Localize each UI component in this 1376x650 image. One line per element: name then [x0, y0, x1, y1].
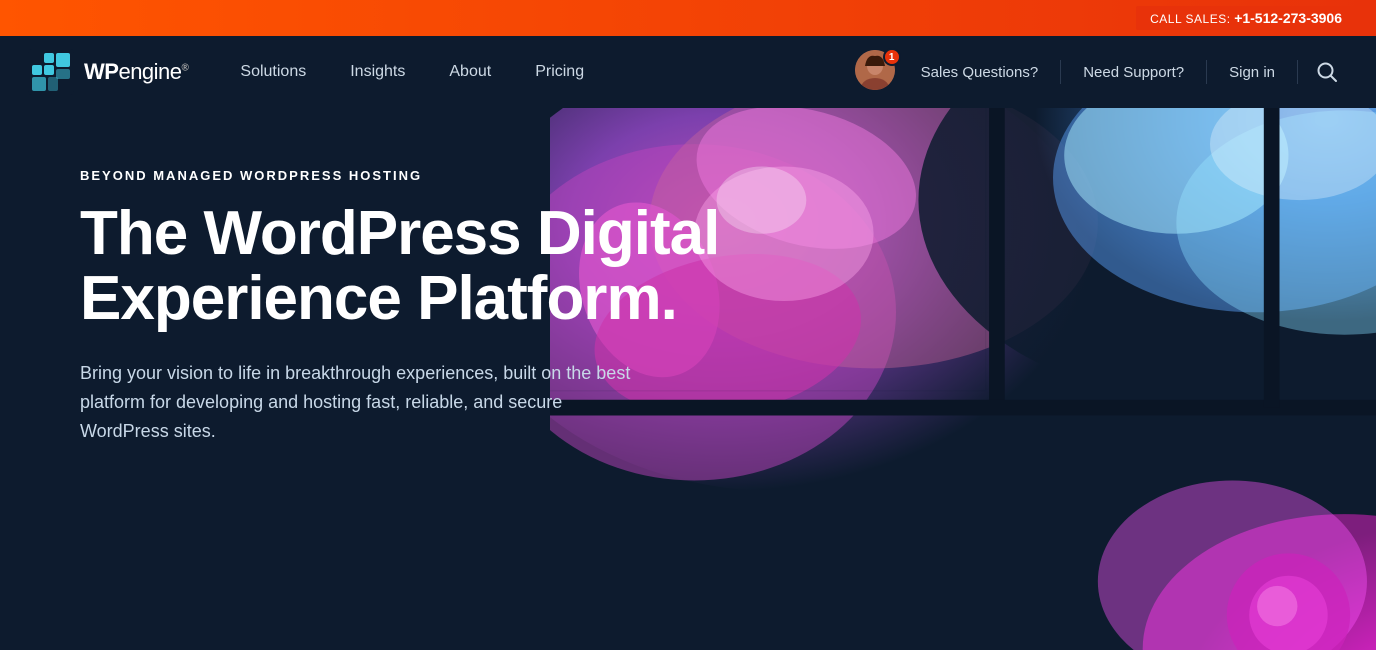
call-sales-banner[interactable]: CALL SALES: +1-512-273-3906: [1136, 6, 1356, 30]
search-icon: [1316, 61, 1338, 83]
need-support-label: Need Support?: [1083, 64, 1184, 81]
logo-text: WPengine®: [84, 59, 188, 85]
main-navbar: WPengine® Solutions Insights About Prici…: [0, 36, 1376, 108]
avatar-button[interactable]: 1: [855, 50, 899, 94]
nav-right: 1 Sales Questions? Need Support? Sign in: [855, 36, 1348, 108]
nav-divider-2: [1206, 60, 1207, 84]
nav-solutions[interactable]: Solutions: [218, 36, 328, 108]
logo-wp: WP: [84, 59, 118, 84]
nav-pricing[interactable]: Pricing: [513, 36, 606, 108]
sales-questions-link[interactable]: Sales Questions?: [907, 36, 1053, 108]
logo-icon: [28, 49, 74, 95]
nav-about[interactable]: About: [427, 36, 513, 108]
phone-number[interactable]: +1-512-273-3906: [1234, 10, 1342, 26]
nav-divider-3: [1297, 60, 1298, 84]
logo-link[interactable]: WPengine®: [28, 49, 188, 95]
hero-description: Bring your vision to life in breakthroug…: [80, 359, 640, 445]
nav-insights[interactable]: Insights: [328, 36, 427, 108]
search-button[interactable]: [1306, 36, 1348, 108]
call-sales-label: CALL SALES:: [1150, 12, 1230, 26]
hero-section: BEYOND MANAGED WORDPRESS HOSTING The Wor…: [0, 108, 1376, 650]
nav-links: Solutions Insights About Pricing: [218, 36, 854, 108]
sign-in-link[interactable]: Sign in: [1215, 36, 1289, 108]
nav-divider-1: [1060, 60, 1061, 84]
hero-title: The WordPress Digital Experience Platfor…: [80, 201, 720, 331]
logo-engine: engine: [118, 59, 181, 84]
hero-eyebrow: BEYOND MANAGED WORDPRESS HOSTING: [80, 168, 720, 183]
notification-badge: 1: [883, 48, 901, 66]
top-bar: CALL SALES: +1-512-273-3906: [0, 0, 1376, 36]
sign-in-label: Sign in: [1229, 64, 1275, 81]
sales-questions-label: Sales Questions?: [921, 64, 1039, 81]
need-support-link[interactable]: Need Support?: [1069, 36, 1198, 108]
hero-content: BEYOND MANAGED WORDPRESS HOSTING The Wor…: [80, 168, 720, 446]
